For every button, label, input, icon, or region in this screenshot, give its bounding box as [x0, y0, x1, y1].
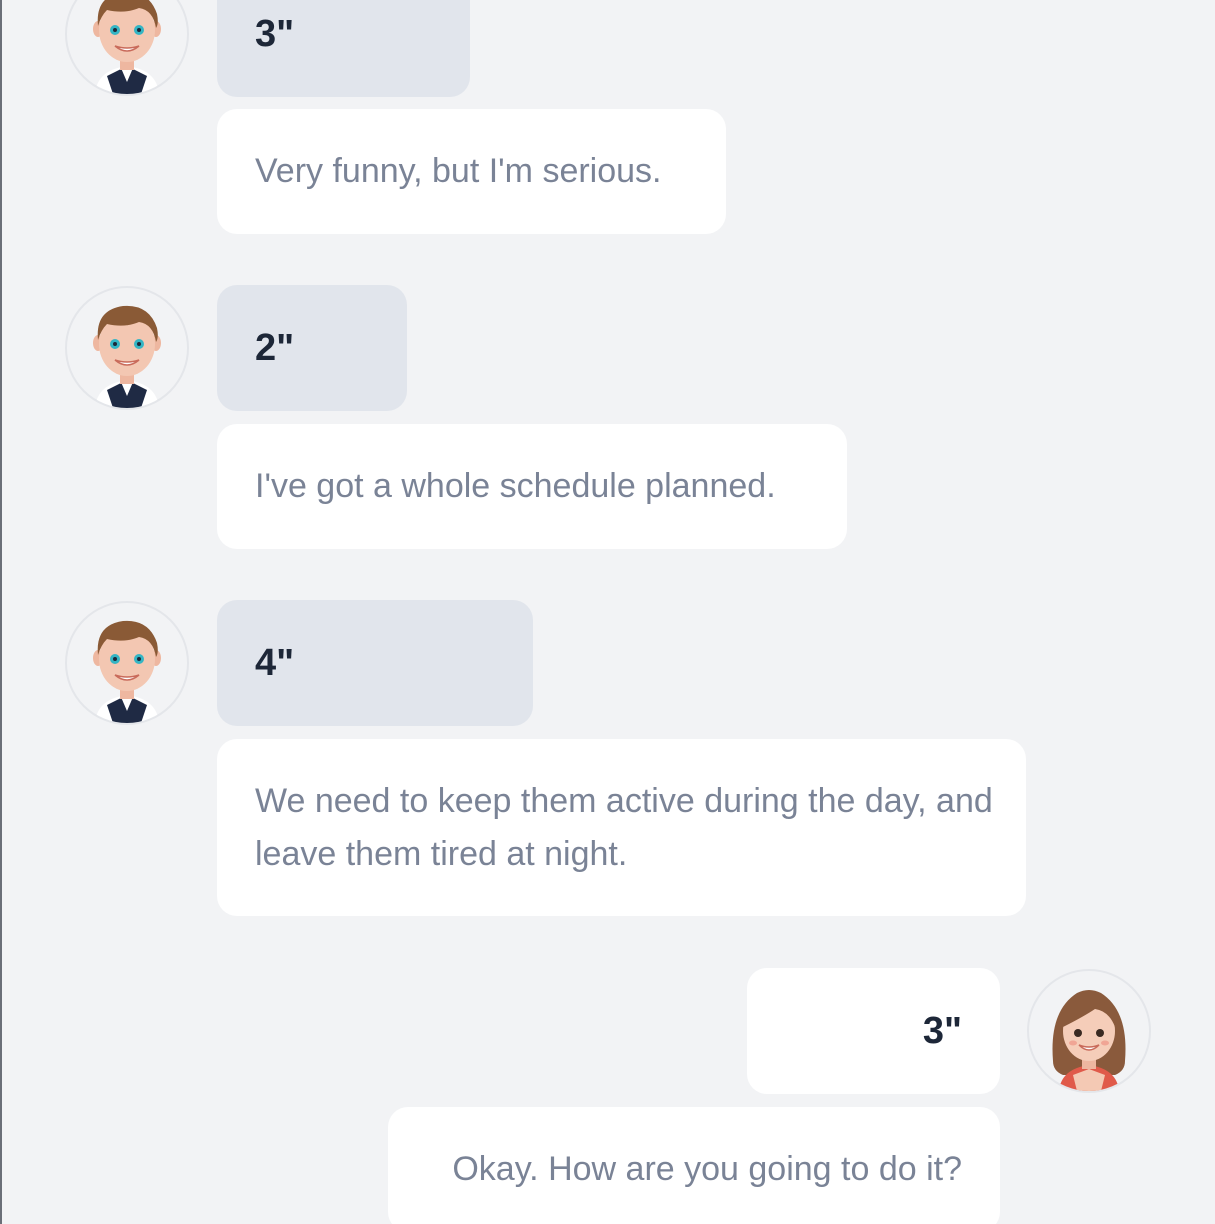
message-bubble[interactable]: I've got a whole schedule planned. — [217, 424, 847, 549]
man-avatar-icon[interactable] — [65, 0, 189, 96]
voice-duration-label: 3" — [922, 1009, 962, 1052]
voice-duration-bubble[interactable]: 4" — [217, 600, 533, 726]
message-text: I've got a whole schedule planned. — [255, 467, 776, 505]
voice-duration-label: 3" — [255, 13, 295, 55]
message-bubble[interactable]: We need to keep them active during the d… — [217, 739, 1026, 916]
voice-duration-label: 2" — [255, 326, 295, 369]
voice-duration-label: 4" — [255, 641, 295, 684]
woman-avatar-icon[interactable] — [1027, 969, 1151, 1093]
man-avatar-icon[interactable] — [65, 286, 189, 410]
message-text: Very funny, but I'm serious. — [255, 152, 662, 190]
message-bubble[interactable]: Okay. How are you going to do it? — [388, 1107, 1000, 1224]
voice-duration-bubble[interactable]: 3" — [217, 0, 470, 97]
message-text: We need to keep them active during the d… — [255, 782, 993, 873]
voice-duration-bubble[interactable]: 3" — [747, 968, 1000, 1094]
window-edge — [0, 0, 2, 1224]
message-bubble[interactable]: Very funny, but I'm serious. — [217, 109, 726, 234]
message-text: Okay. How are you going to do it? — [452, 1150, 962, 1188]
voice-duration-bubble[interactable]: 2" — [217, 285, 407, 411]
man-avatar-icon[interactable] — [65, 601, 189, 725]
